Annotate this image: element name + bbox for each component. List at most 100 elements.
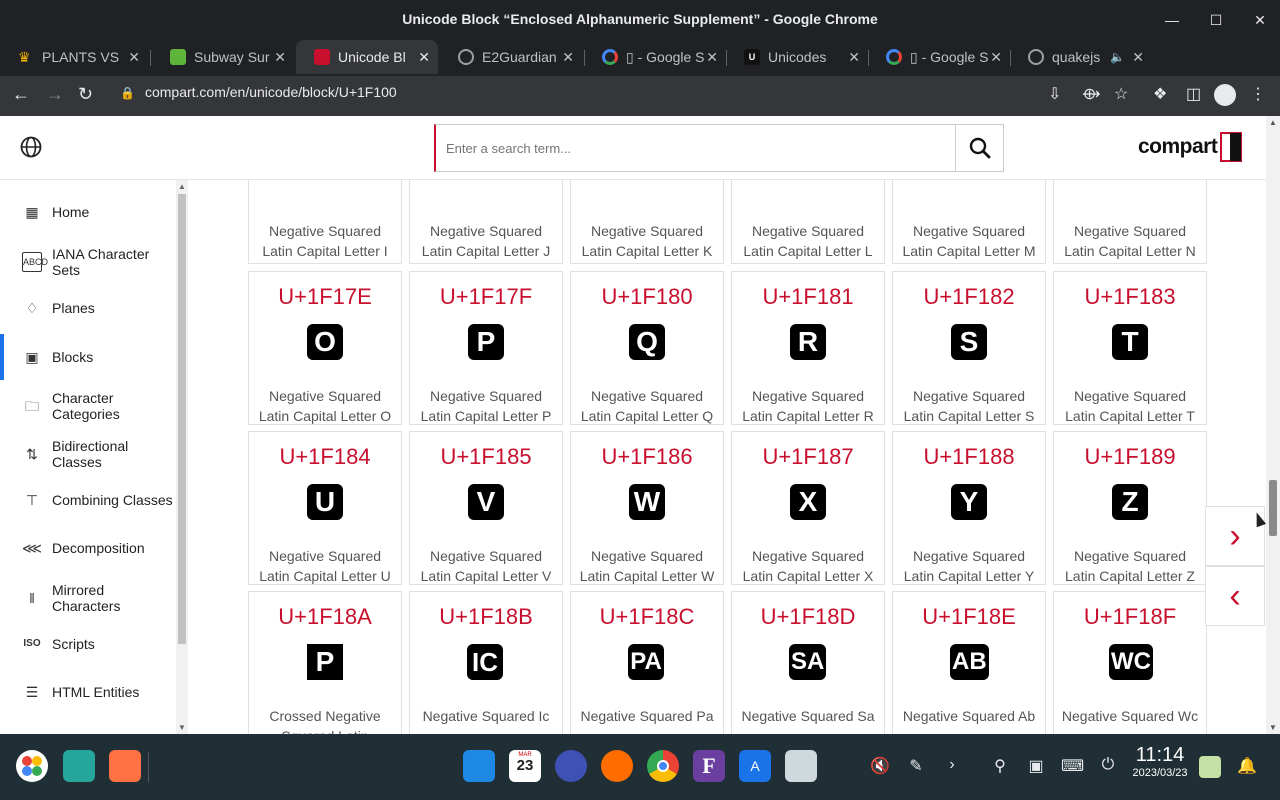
char-card[interactable]: U+1F17F P Negative Squared Latin Capital… bbox=[409, 271, 563, 425]
share-icon[interactable]: ⟴ bbox=[1082, 84, 1101, 104]
settings-gear-icon[interactable] bbox=[555, 750, 587, 782]
scroll-down-arrow-icon[interactable]: ▼ bbox=[1269, 723, 1277, 732]
close-tab-icon[interactable]: ✕ bbox=[128, 49, 140, 66]
sidebar-item-combining[interactable]: ⊤ Combining Classes bbox=[0, 482, 175, 518]
minimize-icon[interactable]: — bbox=[1160, 8, 1184, 32]
sidebar-item-decomposition[interactable]: ⋘ Decomposition bbox=[0, 530, 175, 566]
reload-icon[interactable]: ↻ bbox=[78, 84, 93, 105]
sidebar-scroll-thumb[interactable] bbox=[178, 194, 186, 644]
maximize-icon[interactable]: ☐ bbox=[1204, 8, 1228, 32]
sidebar-scrollbar[interactable]: ▲ ▼ bbox=[176, 180, 188, 734]
char-card[interactable]: U+1F185 V Negative Squared Latin Capital… bbox=[409, 431, 563, 585]
sidebar-item-iana[interactable]: ABCD IANA Character Sets bbox=[0, 242, 175, 282]
sidebar-item-bidirectional[interactable]: ⇅ Bidirectional Classes bbox=[0, 434, 175, 474]
char-card[interactable]: U+1F18D SA Negative Squared Sa bbox=[731, 591, 885, 734]
char-card[interactable]: U+1F18B IC Negative Squared Ic bbox=[409, 591, 563, 734]
sidebar-item-html-entities[interactable]: ☰ HTML Entities bbox=[0, 674, 175, 710]
tab-unicode-active[interactable]: Unicode Bl ✕ bbox=[296, 40, 438, 74]
scroll-up-arrow-icon[interactable]: ▲ bbox=[178, 182, 186, 191]
system-clock[interactable]: 11:14 2023/03/23 bbox=[1132, 744, 1188, 779]
tab-label: Unicodes bbox=[768, 49, 827, 65]
bookmark-star-icon[interactable]: ☆ bbox=[1114, 84, 1128, 104]
calendar-icon[interactable]: MAR 23 bbox=[509, 750, 541, 782]
speaker-icon[interactable]: 🔈 bbox=[1110, 50, 1125, 64]
power-icon[interactable]: ⏻ bbox=[1097, 756, 1119, 774]
trash-icon[interactable] bbox=[1199, 756, 1221, 778]
keyboard-icon[interactable]: ⌨ bbox=[1061, 756, 1084, 776]
close-tab-icon[interactable]: ✕ bbox=[1132, 49, 1144, 66]
close-tab-icon[interactable]: ✕ bbox=[848, 49, 860, 66]
window-title: Unicode Block “Enclosed Alphanumeric Sup… bbox=[402, 11, 878, 27]
char-card[interactable]: U+1F18C PA Negative Squared Pa bbox=[570, 591, 724, 734]
mute-speaker-icon[interactable]: 🔇 bbox=[869, 756, 891, 776]
font-app-icon[interactable]: F bbox=[693, 750, 725, 782]
char-card[interactable]: U+1F18F WC Negative Squared Wc bbox=[1053, 591, 1207, 734]
back-arrow-icon[interactable]: ← bbox=[12, 84, 30, 105]
tab-e2guardian[interactable]: E2Guardian ✕ bbox=[440, 40, 582, 74]
close-tab-icon[interactable]: ✕ bbox=[706, 49, 718, 66]
screen-capture-icon[interactable]: ▣ bbox=[1025, 756, 1047, 776]
char-card[interactable]: U+1F180 Q Negative Squared Latin Capital… bbox=[570, 271, 724, 425]
tab-quakejs[interactable]: quakejs 🔈 ✕ bbox=[1010, 40, 1152, 74]
clipboard-icon[interactable] bbox=[785, 750, 817, 782]
side-panel-icon[interactable]: ◫ bbox=[1186, 84, 1201, 104]
previous-block-button[interactable]: ‹ bbox=[1205, 566, 1265, 626]
sidebar-item-label: Bidirectional Classes bbox=[52, 438, 129, 470]
sidebar-item-scripts[interactable]: ISO Scripts bbox=[0, 626, 175, 662]
chevron-right-icon[interactable]: › bbox=[941, 756, 963, 774]
pen-icon[interactable]: ✎ bbox=[905, 756, 927, 776]
tab-plants[interactable]: ♛ PLANTS VS ✕ bbox=[0, 40, 148, 74]
close-icon[interactable]: ✕ bbox=[1248, 8, 1272, 32]
char-card[interactable]: U+1F18E AB Negative Squared Ab bbox=[892, 591, 1046, 734]
scroll-up-arrow-icon[interactable]: ▲ bbox=[1269, 118, 1277, 127]
close-tab-icon[interactable]: ✕ bbox=[418, 49, 430, 66]
char-card[interactable]: U+1F17E O Negative Squared Latin Capital… bbox=[248, 271, 402, 425]
profile-avatar[interactable] bbox=[1214, 84, 1236, 106]
char-card[interactable]: U+1F187 X Negative Squared Latin Capital… bbox=[731, 431, 885, 585]
char-card[interactable]: U+1F18A P Crossed Negative Squared Latin bbox=[248, 591, 402, 734]
scroll-down-arrow-icon[interactable]: ▼ bbox=[178, 723, 186, 732]
char-card[interactable]: U+1F182 S Negative Squared Latin Capital… bbox=[892, 271, 1046, 425]
launcher-icon[interactable] bbox=[16, 750, 48, 782]
tab-unicodes[interactable]: U Unicodes ✕ bbox=[726, 40, 868, 74]
char-card[interactable]: U+1F188 Y Negative Squared Latin Capital… bbox=[892, 431, 1046, 585]
char-card[interactable]: U+1F184 U Negative Squared Latin Capital… bbox=[248, 431, 402, 585]
search-button[interactable] bbox=[955, 125, 1003, 171]
address-bar[interactable]: 🔒 compart.com/en/unicode/block/U+1F100 bbox=[120, 84, 397, 100]
firefox-icon[interactable] bbox=[601, 750, 633, 782]
chrome-icon[interactable] bbox=[647, 750, 679, 782]
char-card[interactable]: U+1F181 R Negative Squared Latin Capital… bbox=[731, 271, 885, 425]
char-card[interactable]: U+1F186 W Negative Squared Latin Capital… bbox=[570, 431, 724, 585]
char-card[interactable]: U+1F183 T Negative Squared Latin Capital… bbox=[1053, 271, 1207, 425]
tab-subway[interactable]: Subway Sur ✕ bbox=[152, 40, 294, 74]
files-icon[interactable] bbox=[463, 750, 495, 782]
install-app-icon[interactable]: ⇩ bbox=[1048, 84, 1061, 104]
tab-label: ▯ - Google S bbox=[626, 48, 705, 65]
sidebar-item-character-categories[interactable]: 🗀 Character Categories bbox=[0, 386, 175, 426]
search-icon[interactable]: ⚲ bbox=[989, 756, 1011, 776]
compart-logo[interactable]: compart bbox=[1138, 132, 1243, 162]
page-scrollbar[interactable]: ▲ ▼ bbox=[1266, 116, 1280, 734]
page-scroll-thumb[interactable] bbox=[1269, 480, 1277, 536]
files-app-icon[interactable] bbox=[63, 750, 95, 782]
close-tab-icon[interactable]: ✕ bbox=[562, 49, 574, 66]
char-name: Negative Squared Latin Capital Letter Y bbox=[903, 548, 1035, 584]
globe-icon[interactable] bbox=[20, 136, 42, 158]
sidebar-item-mirrored[interactable]: ‖ Mirrored Characters bbox=[0, 578, 175, 618]
extensions-puzzle-icon[interactable]: ❖ bbox=[1153, 84, 1167, 104]
char-card[interactable]: U+1F189 Z Negative Squared Latin Capital… bbox=[1053, 431, 1207, 585]
sidebar-item-blocks[interactable]: ▣ Blocks bbox=[0, 334, 175, 380]
tab-google-2[interactable]: ▯ - Google S ✕ bbox=[868, 40, 1010, 74]
sidebar-item-planes[interactable]: ♢ Planes bbox=[0, 290, 175, 326]
search-input[interactable] bbox=[446, 137, 946, 159]
translate-icon[interactable]: A bbox=[739, 750, 771, 782]
forward-arrow-icon[interactable]: → bbox=[46, 84, 64, 105]
apps-grid-icon[interactable] bbox=[109, 750, 141, 782]
close-tab-icon[interactable]: ✕ bbox=[274, 49, 286, 66]
close-tab-icon[interactable]: ✕ bbox=[990, 49, 1002, 66]
search-icon bbox=[969, 137, 990, 159]
notification-bell-icon[interactable]: 🔔 bbox=[1236, 756, 1258, 776]
kebab-menu-icon[interactable]: ⋮ bbox=[1250, 84, 1266, 104]
tab-google-1[interactable]: ▯ - Google S ✕ bbox=[584, 40, 726, 74]
sidebar-item-home[interactable]: ▦ Home bbox=[0, 194, 175, 230]
